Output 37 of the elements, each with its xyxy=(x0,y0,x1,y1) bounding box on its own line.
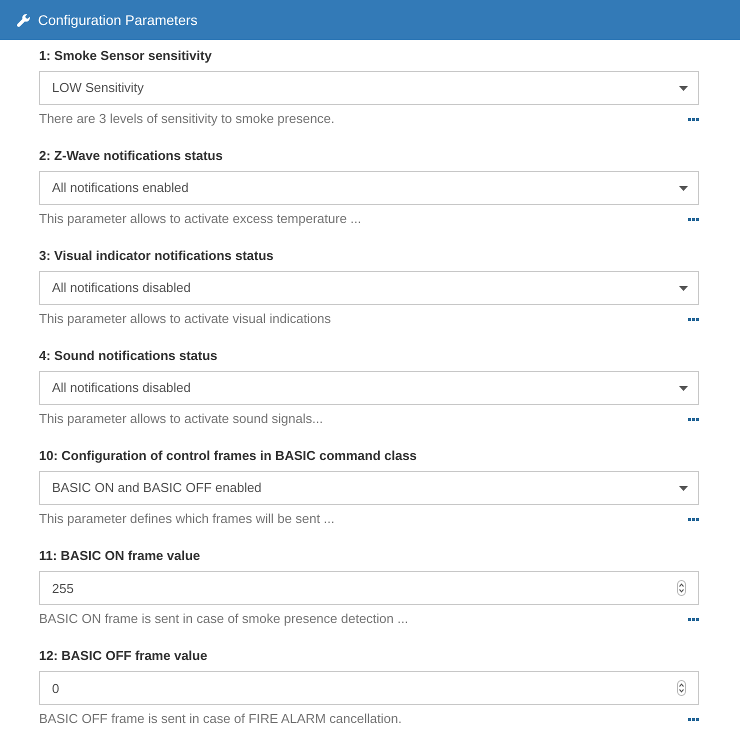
parameter-description: BASIC OFF frame is sent in case of FIRE ALARM cancellation. xyxy=(39,710,402,728)
caret-icon xyxy=(679,186,688,190)
parameter-label: 2: Z-Wave notifications status xyxy=(39,147,224,165)
caret-icon xyxy=(679,386,688,390)
more-icon[interactable] xyxy=(688,418,699,420)
dropdown[interactable]: All notifications enabled xyxy=(39,171,699,205)
parameter-description: BASIC ON frame is sent in case of smoke presence detection ... xyxy=(39,610,408,628)
parameter-label: 11: BASIC ON frame value xyxy=(39,547,202,565)
parameter-description: This parameter allows to activate visual indications xyxy=(39,310,331,328)
more-icon[interactable] xyxy=(688,618,699,620)
dropdown[interactable]: All notifications disabled xyxy=(39,271,699,305)
more-icon[interactable] xyxy=(688,518,699,520)
parameter-label: 4: Sound notifications status xyxy=(39,347,218,365)
more-icon[interactable] xyxy=(688,118,699,120)
parameter-description: This parameter allows to activate excess temperature ... xyxy=(39,210,362,228)
parameter-description: This parameter allows to activate sound signals... xyxy=(39,410,323,428)
parameter-description: This parameter defines which frames will be sent ... xyxy=(39,510,335,528)
spinner-icon xyxy=(677,580,686,596)
dropdown[interactable]: All notifications disabled xyxy=(39,371,699,405)
caret-icon xyxy=(679,286,688,290)
parameter-label: 1: Smoke Sensor sensitivity xyxy=(39,47,213,65)
more-icon[interactable] xyxy=(688,718,699,720)
caret-icon xyxy=(679,86,688,90)
parameter-label: 12: BASIC OFF frame value xyxy=(39,647,208,665)
number-field[interactable]: 255 xyxy=(39,571,699,605)
parameter-label: 10: Configuration of control frames in BASIC command class xyxy=(39,447,418,465)
more-icon[interactable] xyxy=(688,218,699,220)
parameter-label: 3: Visual indicator notifications status xyxy=(39,247,275,265)
dropdown[interactable]: BASIC ON and BASIC OFF enabled xyxy=(39,471,699,505)
number-field[interactable]: 0 xyxy=(39,671,699,705)
dropdown[interactable]: LOW Sensitivity xyxy=(39,71,699,105)
spinner-icon xyxy=(677,680,686,696)
caret-icon xyxy=(679,486,688,490)
more-icon[interactable] xyxy=(688,318,699,320)
wrench-icon xyxy=(17,14,30,26)
panel-title: Configuration Parameters xyxy=(38,10,198,30)
parameter-description: There are 3 levels of sensitivity to smoke presence. xyxy=(39,110,335,128)
